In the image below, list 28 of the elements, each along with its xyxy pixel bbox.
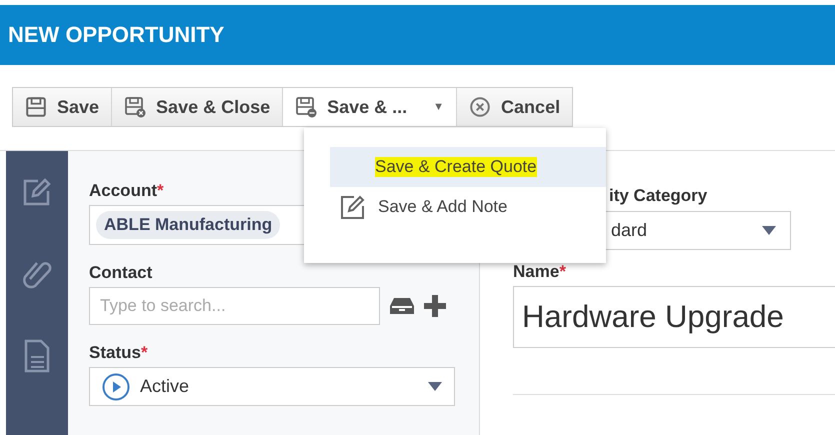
account-chip[interactable]: ABLE Manufacturing [96,211,280,239]
save-icon [25,96,47,118]
add-icon[interactable] [424,295,446,317]
name-field[interactable]: Hardware Upgrade [513,286,835,348]
menu-item[interactable]: Save & Create Quote [330,147,606,187]
page-title: NEW OPPORTUNITY [8,22,224,48]
document-icon[interactable] [22,339,52,373]
toolbar-button[interactable]: Save [13,88,112,126]
field-label: Status* [89,343,149,363]
edit-icon [340,194,366,220]
tray-icon[interactable] [390,297,414,315]
dropdown-arrow-icon [428,382,442,391]
status-value: Active [140,376,190,397]
save-close-icon [124,96,146,118]
play-icon [102,372,130,400]
field-label: Contact [89,263,154,283]
contact-search-field[interactable]: Type to search... [89,287,380,325]
field-label: Name* [513,262,567,282]
status-select[interactable]: Active [89,367,455,406]
field-label: Account* [89,181,165,201]
toolbar-button[interactable]: Cancel [457,88,572,126]
field-label: ity Category [609,186,708,206]
caret-icon: ▼ [433,101,444,113]
category-value: dard [611,220,648,241]
toolbar-button[interactable]: Save & ... ▼ [283,88,458,126]
save-more-icon [295,96,318,118]
cancel-icon [469,96,492,118]
dropdown-arrow-icon [762,226,776,235]
